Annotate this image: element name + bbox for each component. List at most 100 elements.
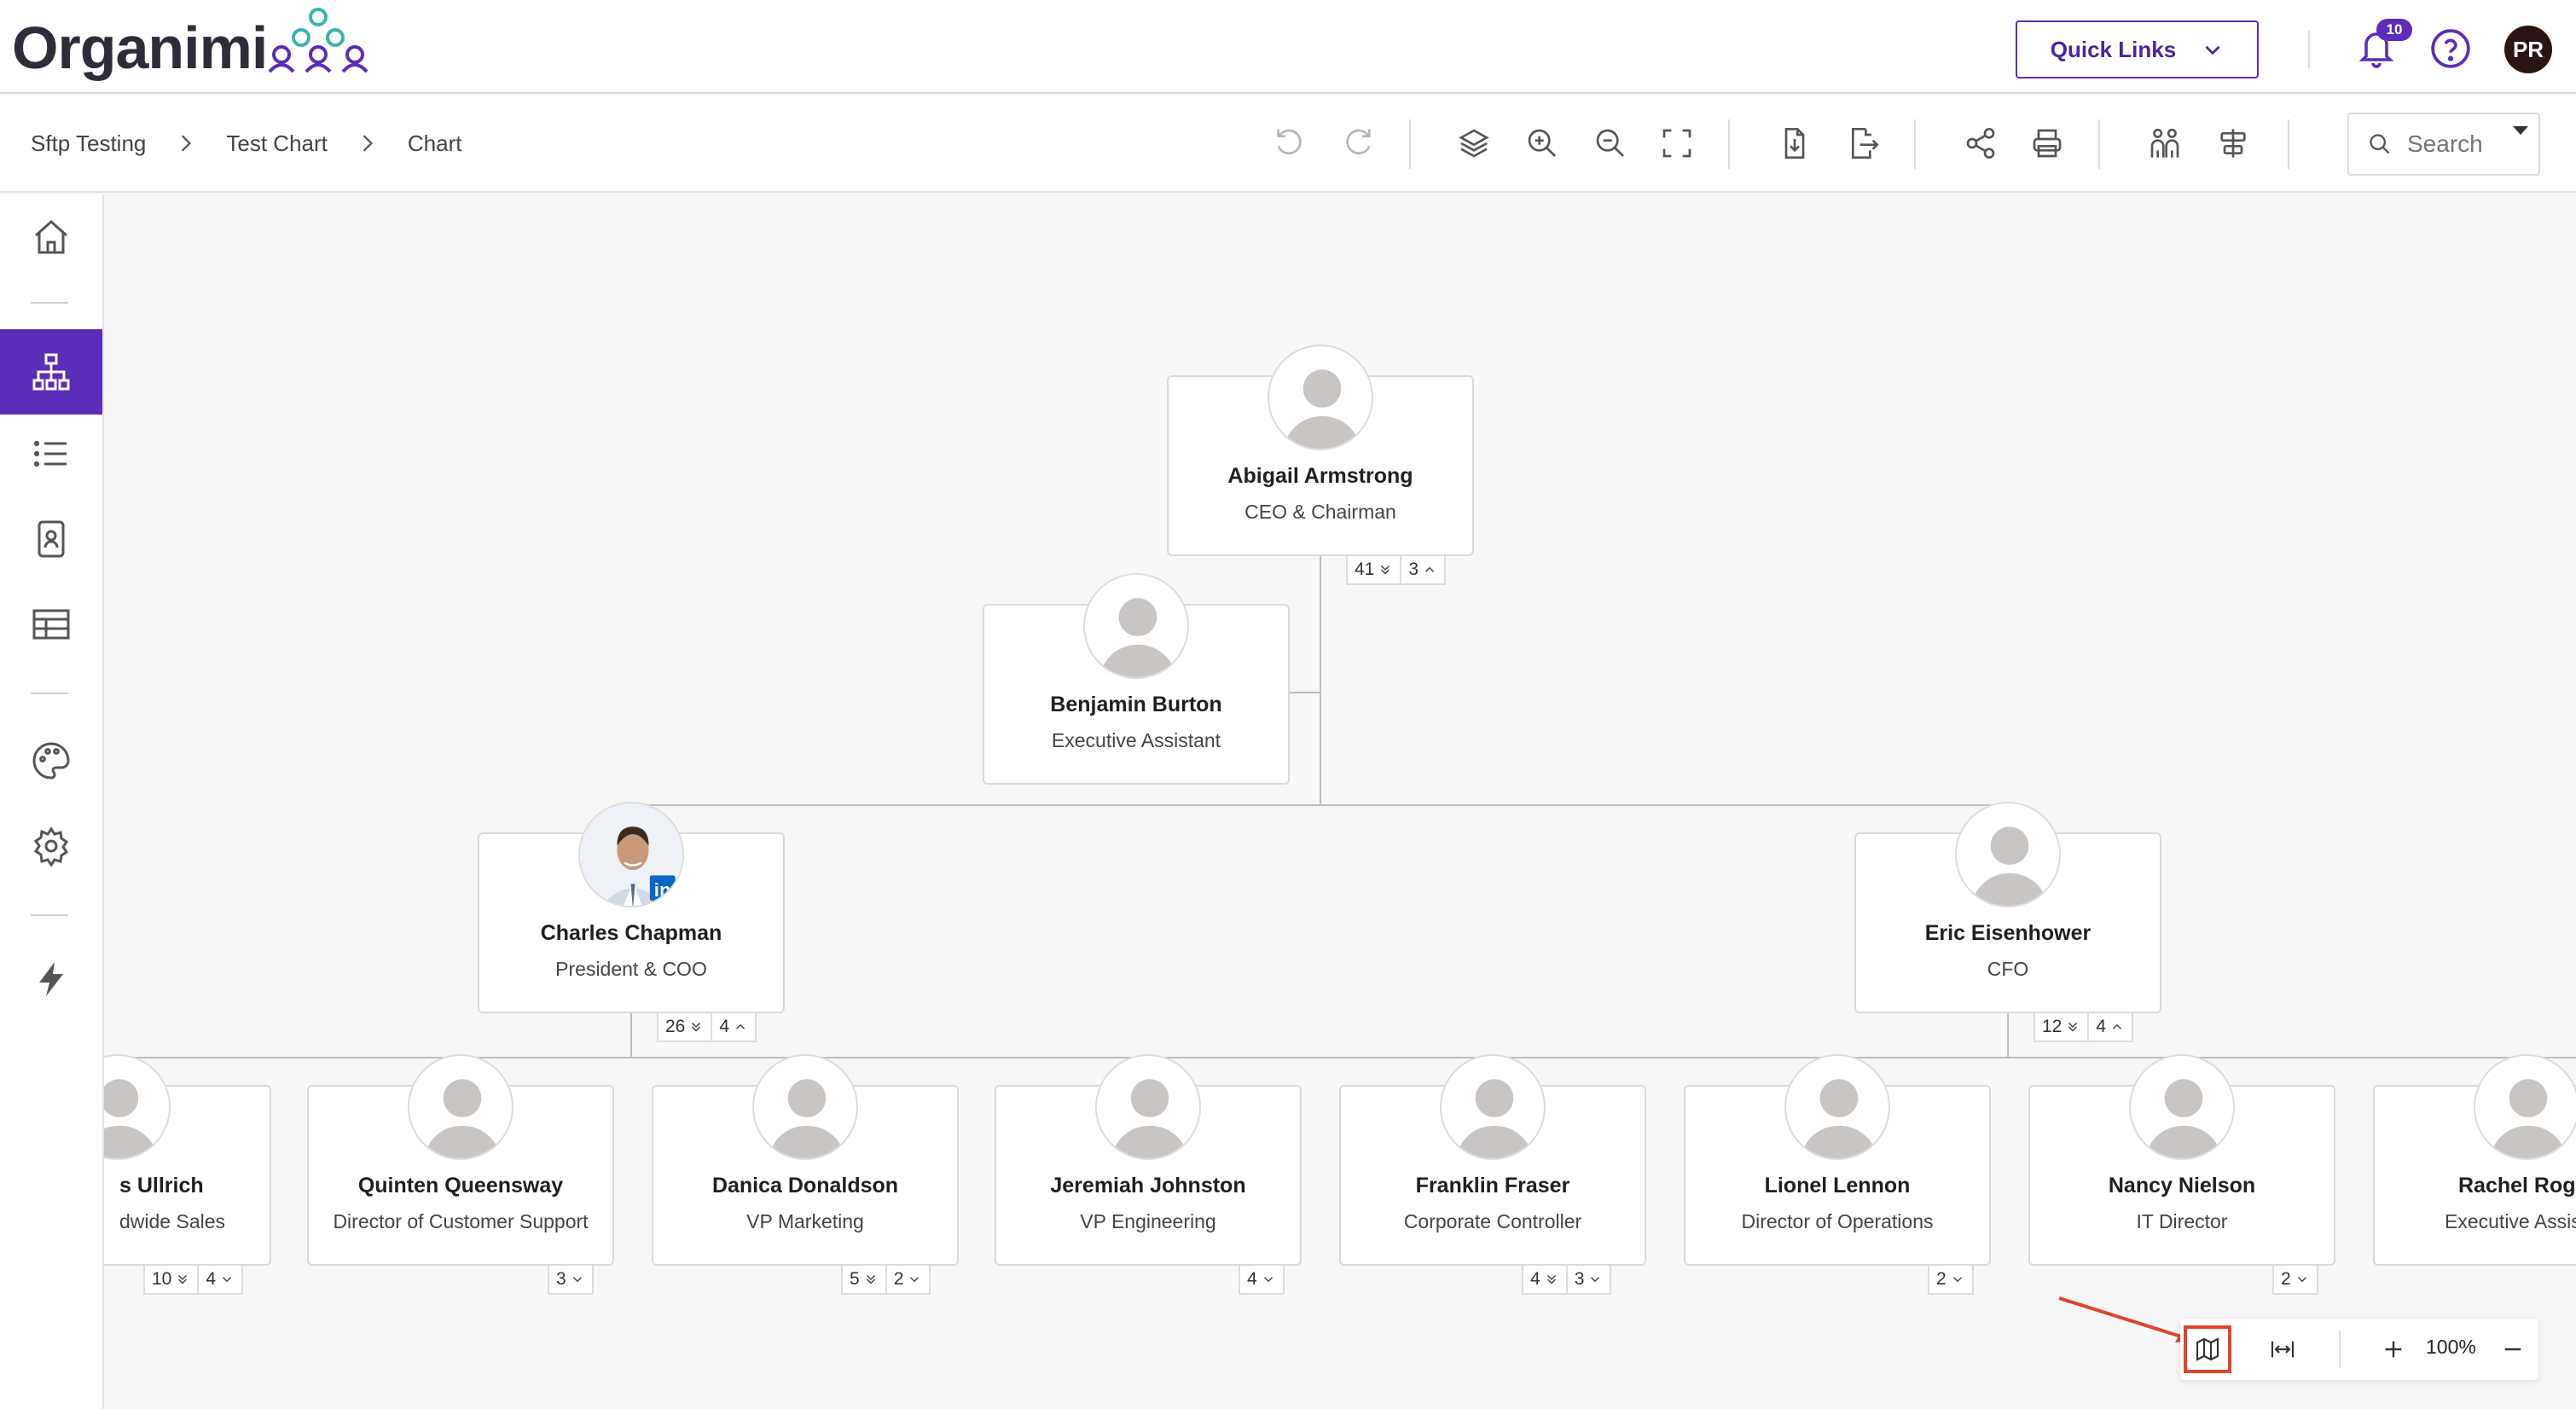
direct-count-toggle[interactable]: 12 (2034, 1013, 2090, 1042)
org-card[interactable]: Benjamin Burton Executive Assistant (983, 573, 1290, 785)
direct-count-toggle[interactable]: 3 (548, 1266, 594, 1295)
employee-name: Lionel Lennon (1764, 1174, 1911, 1197)
direct-count-toggle[interactable]: 2 (2272, 1266, 2318, 1295)
nav-home[interactable] (0, 194, 102, 280)
top-header: Organimi Quick Links 10 PR (0, 0, 2576, 94)
employee-title: Executive Assistant (1051, 729, 1221, 751)
person-placeholder-icon (1456, 1079, 1533, 1158)
employee-name: Nancy Nielson (2108, 1174, 2256, 1197)
redo-button[interactable] (1336, 121, 1380, 165)
org-chart-canvas[interactable]: Abigail Armstrong CEO & Chairman 41 3 Be… (104, 194, 2576, 1409)
breadcrumb-item[interactable]: Chart (408, 130, 462, 157)
layers-button[interactable] (1452, 121, 1496, 165)
direct-count-toggle[interactable]: 2 (1928, 1266, 1974, 1295)
card-counts: 26 4 (657, 1013, 757, 1042)
org-card[interactable]: Jeremiah Johnston VP Engineering 4 (995, 1054, 1302, 1295)
nav-divider (31, 693, 68, 694)
org-card[interactable]: Nancy Nielson IT Director 2 (2028, 1054, 2335, 1295)
align-icon (2220, 129, 2246, 158)
org-card[interactable]: Danica Donaldson VP Marketing 5 2 (652, 1054, 959, 1295)
print-button[interactable] (2025, 121, 2069, 165)
org-card[interactable]: Eric Eisenhower CFO 12 4 (1854, 802, 2161, 1042)
redo-icon (1346, 129, 1371, 154)
plus-icon (2385, 1341, 2402, 1358)
share-button[interactable] (1958, 121, 2003, 165)
nav-directory[interactable] (0, 496, 102, 582)
org-card[interactable]: Franklin Fraser Corporate Controller 4 3 (1339, 1054, 1646, 1295)
card-counts: 3 (548, 1266, 594, 1295)
zoom-minus-button[interactable] (2491, 1327, 2535, 1371)
direct-count-toggle[interactable]: 5 (841, 1266, 887, 1295)
print-icon (2033, 129, 2062, 158)
export-button[interactable] (1841, 121, 1885, 165)
employee-name: Jeremiah Johnston (1050, 1174, 1246, 1197)
avatar (1955, 802, 2061, 907)
search-icon (2370, 134, 2390, 154)
undo-icon (1277, 129, 1302, 154)
zoom-in-button[interactable] (1520, 121, 1564, 165)
search-dropdown-caret-icon[interactable] (2513, 126, 2528, 135)
direct-count-toggle[interactable]: 3 (1567, 1266, 1612, 1295)
import-button[interactable] (1772, 121, 1817, 165)
nav-theme[interactable] (0, 718, 102, 803)
double-chevron-down-icon (2068, 1022, 2078, 1032)
direct-count-toggle[interactable]: 10 (143, 1266, 200, 1295)
breadcrumb-item[interactable]: Sftp Testing (31, 130, 146, 157)
direct-count-toggle[interactable]: 2 (886, 1266, 931, 1295)
avatar (1784, 1054, 1890, 1160)
fit-width-button[interactable] (2260, 1327, 2305, 1371)
quick-links-dropdown[interactable]: Quick Links (2016, 20, 2259, 78)
zoom-plus-button[interactable] (2371, 1327, 2416, 1371)
chevron-down-icon (910, 1277, 920, 1283)
align-button[interactable] (2211, 121, 2255, 165)
share-icon (1966, 128, 1995, 159)
org-card[interactable]: Rachel Roge Executive Assis (2373, 1054, 2576, 1266)
employee-name: s Ullrich (119, 1174, 204, 1197)
direct-count-toggle[interactable]: 26 (657, 1013, 713, 1042)
direct-count-toggle[interactable]: 4 (1522, 1266, 1568, 1295)
search-field[interactable] (2347, 113, 2540, 176)
left-sidebar (0, 194, 104, 1409)
direct-count-toggle[interactable]: 3 (1401, 556, 1447, 585)
nav-integrations[interactable] (0, 936, 102, 1022)
nav-settings[interactable] (0, 803, 102, 889)
lightning-icon (39, 962, 63, 996)
nav-list[interactable] (0, 411, 102, 496)
employee-title: Corporate Controller (1403, 1210, 1582, 1232)
double-chevron-down-icon (1546, 1274, 1556, 1284)
zoom-out-button[interactable] (1588, 121, 1633, 165)
direct-count-toggle[interactable]: 4 (1239, 1266, 1285, 1295)
fullscreen-button[interactable] (1655, 121, 1699, 165)
highlight-box (2184, 1325, 2231, 1373)
direct-count-toggle[interactable]: 4 (2089, 1013, 2134, 1042)
org-card[interactable]: Quinten Queensway Director of Customer S… (307, 1054, 614, 1295)
search-input[interactable] (2407, 130, 2509, 158)
card-counts: 2 (1928, 1266, 1974, 1295)
undo-button[interactable] (1268, 121, 1312, 165)
person-placeholder-icon (769, 1079, 845, 1158)
import-icon (1784, 128, 1805, 159)
table-icon (32, 609, 70, 640)
avatar (2474, 1054, 2576, 1160)
user-avatar[interactable]: PR (2504, 26, 2552, 73)
nav-divider (31, 302, 68, 304)
direct-count-toggle[interactable]: 41 (1346, 556, 1402, 585)
org-card[interactable]: s Ullrich dwide Sales 10 4 (104, 1054, 271, 1295)
direct-count-toggle[interactable]: 4 (199, 1266, 244, 1295)
avatar: in (578, 802, 684, 907)
double-chevron-down-icon (866, 1274, 875, 1284)
app-logo-text[interactable]: Organimi (12, 14, 268, 82)
direct-count-toggle[interactable]: 4 (712, 1013, 757, 1042)
zoom-in-icon (1528, 129, 1556, 157)
breadcrumb-item[interactable]: Test Chart (226, 130, 328, 157)
person-placeholder-icon (1099, 598, 1176, 677)
org-card[interactable]: in Charles Chapman President & COO 26 4 (478, 802, 785, 1042)
nav-org-chart[interactable] (0, 329, 102, 415)
chevron-up-icon (2113, 1023, 2122, 1029)
avatar (1268, 345, 1373, 450)
org-card[interactable]: Abigail Armstrong CEO & Chairman 41 3 (1167, 345, 1474, 585)
people-button[interactable] (2143, 121, 2187, 165)
nav-table[interactable] (0, 582, 102, 667)
help-icon[interactable] (2429, 27, 2472, 70)
org-card[interactable]: Lionel Lennon Director of Operations 2 (1684, 1054, 1991, 1295)
